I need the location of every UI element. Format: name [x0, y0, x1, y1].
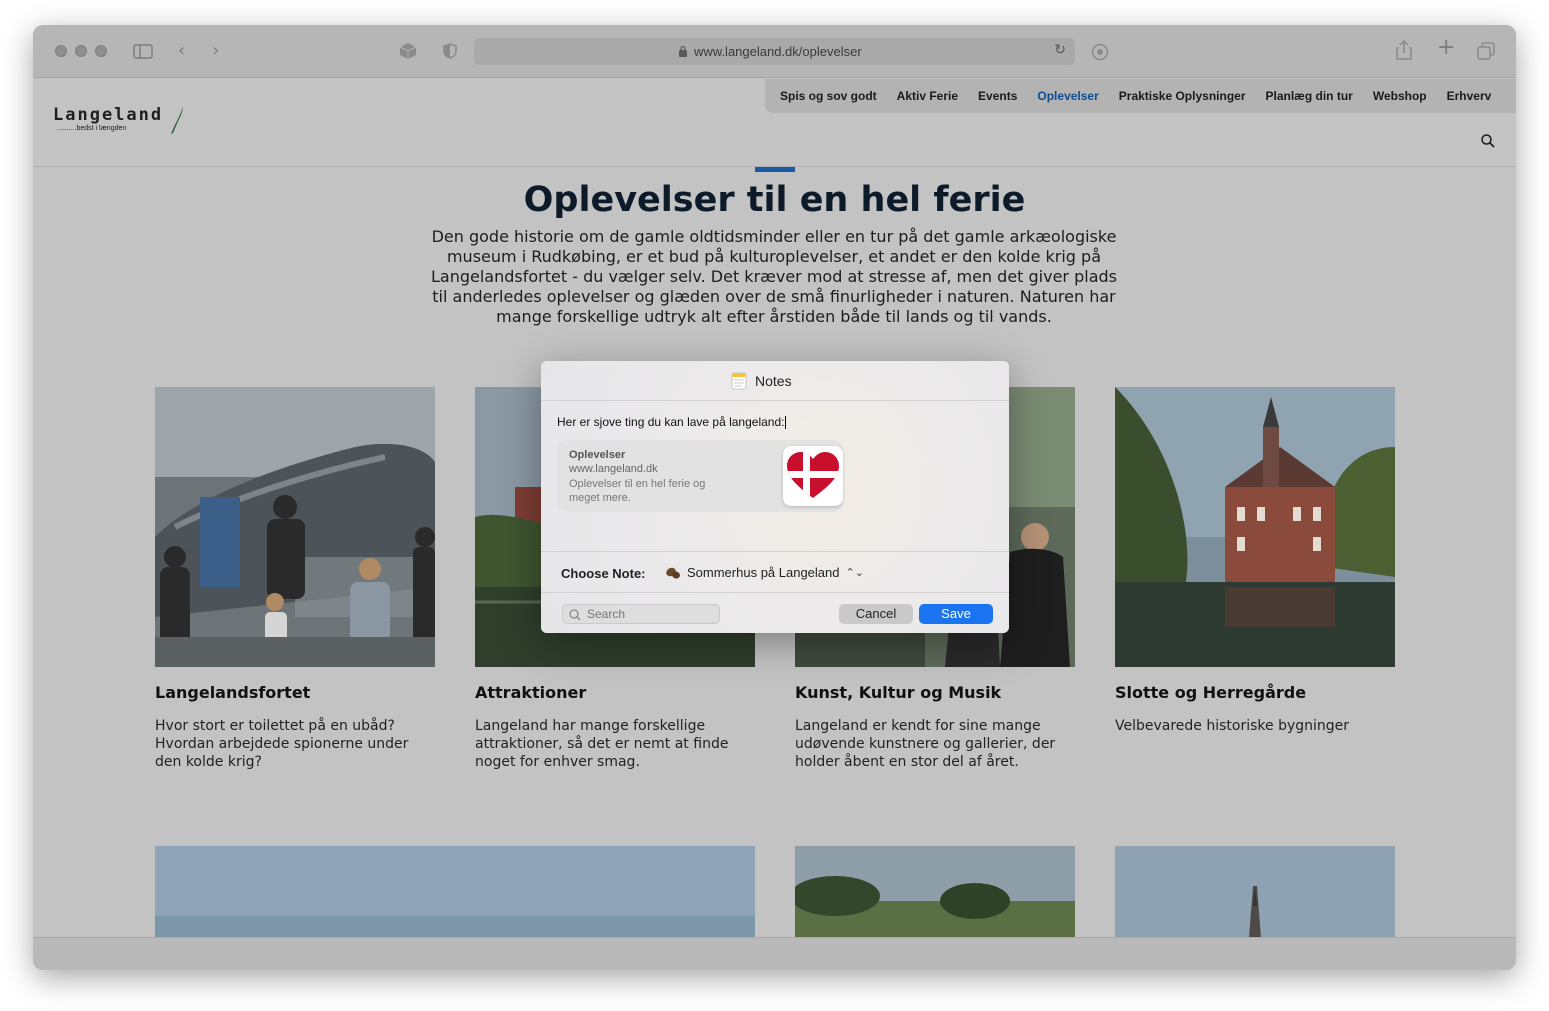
search-icon: [569, 609, 581, 621]
share-icon[interactable]: [1396, 40, 1412, 60]
up-down-chevron-icon: ⌃⌄: [845, 566, 864, 579]
reload-icon[interactable]: ↻: [1054, 42, 1066, 58]
dialog-search-input[interactable]: [587, 606, 715, 622]
folder-note-icon: [666, 567, 680, 579]
logo-tagline: ..........bedst i længden: [57, 125, 127, 132]
bottom-bar: [33, 937, 1516, 970]
manor-house-photo[interactable]: [1115, 387, 1395, 667]
coast-photo[interactable]: [155, 846, 755, 938]
note-text: Her er sjove ting du kan lave på langela…: [557, 415, 785, 429]
intro-text: Den gode historie om de gamle oldtidsmin…: [431, 227, 1117, 326]
nav-item-aktiv-ferie[interactable]: Aktiv Ferie: [897, 89, 958, 103]
card-title[interactable]: Attraktioner: [475, 683, 755, 702]
cancel-button[interactable]: Cancel: [839, 604, 913, 624]
nav-item-spis-og-sov-godt[interactable]: Spis og sov godt: [780, 89, 877, 103]
nav-item-events[interactable]: Events: [978, 89, 1017, 103]
submarine-photo[interactable]: [155, 387, 435, 667]
dialog-titlebar: Notes: [541, 361, 1009, 401]
card-text: Hvor stort er toilettet på en ubåd? Hvor…: [155, 718, 409, 770]
nav-item-praktiske-oplysninger[interactable]: Praktiske Oplysninger: [1119, 89, 1246, 103]
dialog-search-field[interactable]: [562, 604, 720, 624]
card-text: Langeland har mange forskellige attrakti…: [475, 718, 729, 770]
link-url: www.langeland.dk: [569, 463, 658, 475]
nav-item-erhverv[interactable]: Erhverv: [1447, 89, 1492, 103]
link-description: Oplevelser til en hel ferie og meget mer…: [569, 478, 706, 504]
card-title[interactable]: Kunst, Kultur og Musik: [795, 683, 1075, 702]
link-title: Oplevelser: [569, 449, 626, 461]
tab-overview-icon[interactable]: [1477, 42, 1495, 60]
card-title[interactable]: Slotte og Herregårde: [1115, 683, 1395, 702]
nav-item-oplevelser[interactable]: Oplevelser: [1037, 89, 1098, 103]
browser-toolbar: ‹ › www.langeland.dk/oplevelser ↻ +: [33, 25, 1516, 78]
reader-icon[interactable]: [1091, 43, 1109, 61]
choose-note-dropdown[interactable]: Sommerhus på Langeland ⌃⌄: [665, 565, 864, 580]
zoom-window-button[interactable]: [95, 45, 107, 57]
card-title[interactable]: Langelandsfortet: [155, 683, 435, 702]
dialog-title: Notes: [755, 373, 792, 389]
meadow-trees-photo[interactable]: [795, 846, 1075, 938]
choose-note-value: Sommerhus på Langeland: [687, 565, 840, 580]
main-navigation: Spis og sov godt Aktiv Ferie Events Ople…: [765, 79, 1516, 113]
minimize-window-button[interactable]: [75, 45, 87, 57]
save-button[interactable]: Save: [919, 604, 993, 624]
link-thumbnail: [783, 446, 843, 506]
logo-word: Langeland: [53, 105, 164, 125]
new-tab-icon[interactable]: +: [1437, 37, 1455, 59]
address-url: www.langeland.dk/oplevelser: [694, 44, 862, 59]
card-text: Langeland er kendt for sine mange udøven…: [795, 718, 1056, 770]
lock-icon: [679, 45, 687, 57]
search-icon[interactable]: [1481, 134, 1495, 148]
site-header: Langeland ..........bedst i længden Spis…: [33, 79, 1516, 167]
sidebar-icon[interactable]: [133, 44, 153, 59]
close-window-button[interactable]: [55, 45, 67, 57]
island-logo-icon: [171, 107, 183, 134]
forward-icon[interactable]: ›: [212, 41, 219, 61]
church-spire-photo[interactable]: [1115, 846, 1395, 938]
extension-cube-icon[interactable]: [399, 42, 417, 60]
nav-item-webshop[interactable]: Webshop: [1373, 89, 1427, 103]
notes-app-icon: [731, 372, 747, 390]
nav-item-planlaeg-din-tur[interactable]: Planlæg din tur: [1266, 89, 1353, 103]
choose-note-label: Choose Note:: [561, 566, 646, 581]
back-icon[interactable]: ‹: [178, 41, 185, 61]
card-langelandsfortet[interactable]: Langelandsfortet Hvor stort er toilettet…: [155, 387, 435, 771]
notes-share-dialog: Notes Her er sjove ting du kan lave på l…: [541, 361, 1009, 633]
langeland-logo[interactable]: Langeland ..........bedst i længden: [53, 105, 183, 134]
card-slotte-og-herregaarde[interactable]: Slotte og Herregårde Velbevarede histori…: [1115, 387, 1395, 735]
page-title: Oplevelser til en hel ferie: [523, 180, 1026, 220]
card-text: Velbevarede historiske bygninger: [1115, 718, 1350, 734]
danish-flag-heart-icon: [787, 452, 839, 498]
title-accent-bar: [755, 167, 795, 172]
note-text-field[interactable]: Her er sjove ting du kan lave på langela…: [557, 415, 787, 430]
address-bar[interactable]: www.langeland.dk/oplevelser ↻: [474, 38, 1075, 65]
privacy-shield-icon[interactable]: [443, 43, 457, 59]
link-preview-card: Oplevelser www.langeland.dk Oplevelser t…: [557, 440, 843, 512]
